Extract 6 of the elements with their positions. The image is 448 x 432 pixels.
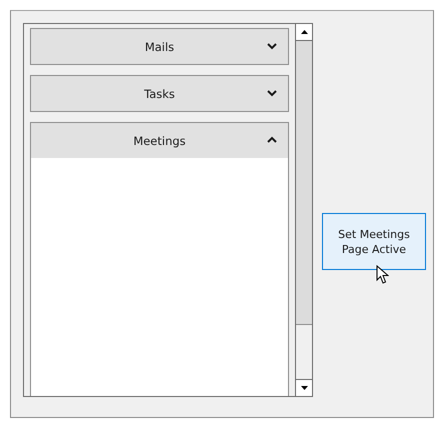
cursor-icon xyxy=(376,265,389,285)
scrollbar-thumb[interactable] xyxy=(296,41,312,325)
accordion-header[interactable]: Meetings xyxy=(31,123,288,158)
scroll-up-icon[interactable] xyxy=(300,30,308,34)
scroll-down-icon[interactable] xyxy=(300,386,308,390)
scrollbar[interactable] xyxy=(295,24,312,396)
